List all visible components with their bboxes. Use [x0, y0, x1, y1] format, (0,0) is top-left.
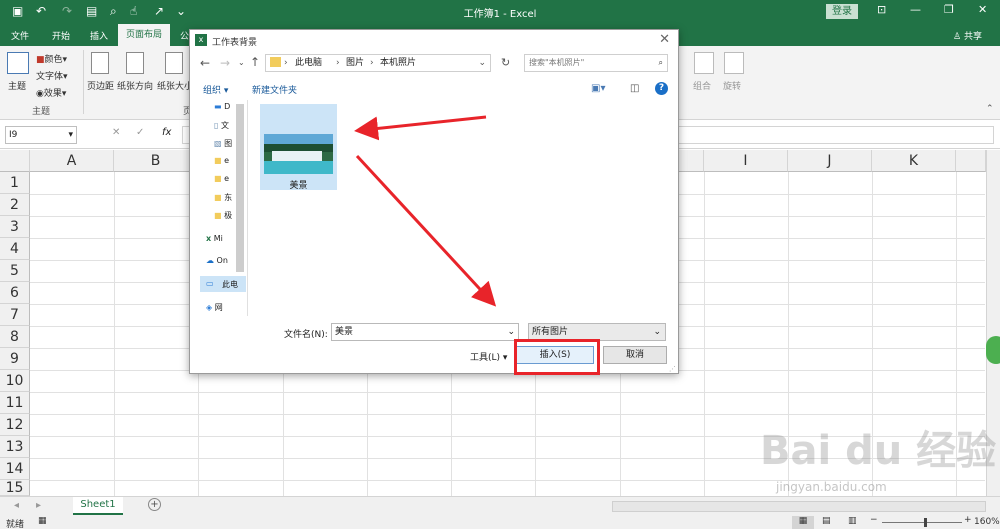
watermark-url: jingyan.baidu.com [776, 480, 887, 494]
watermark-logo: Bai du 经验 [760, 428, 997, 474]
arrow-to-insert [355, 154, 497, 307]
arrow-to-thumbnail [354, 115, 487, 141]
